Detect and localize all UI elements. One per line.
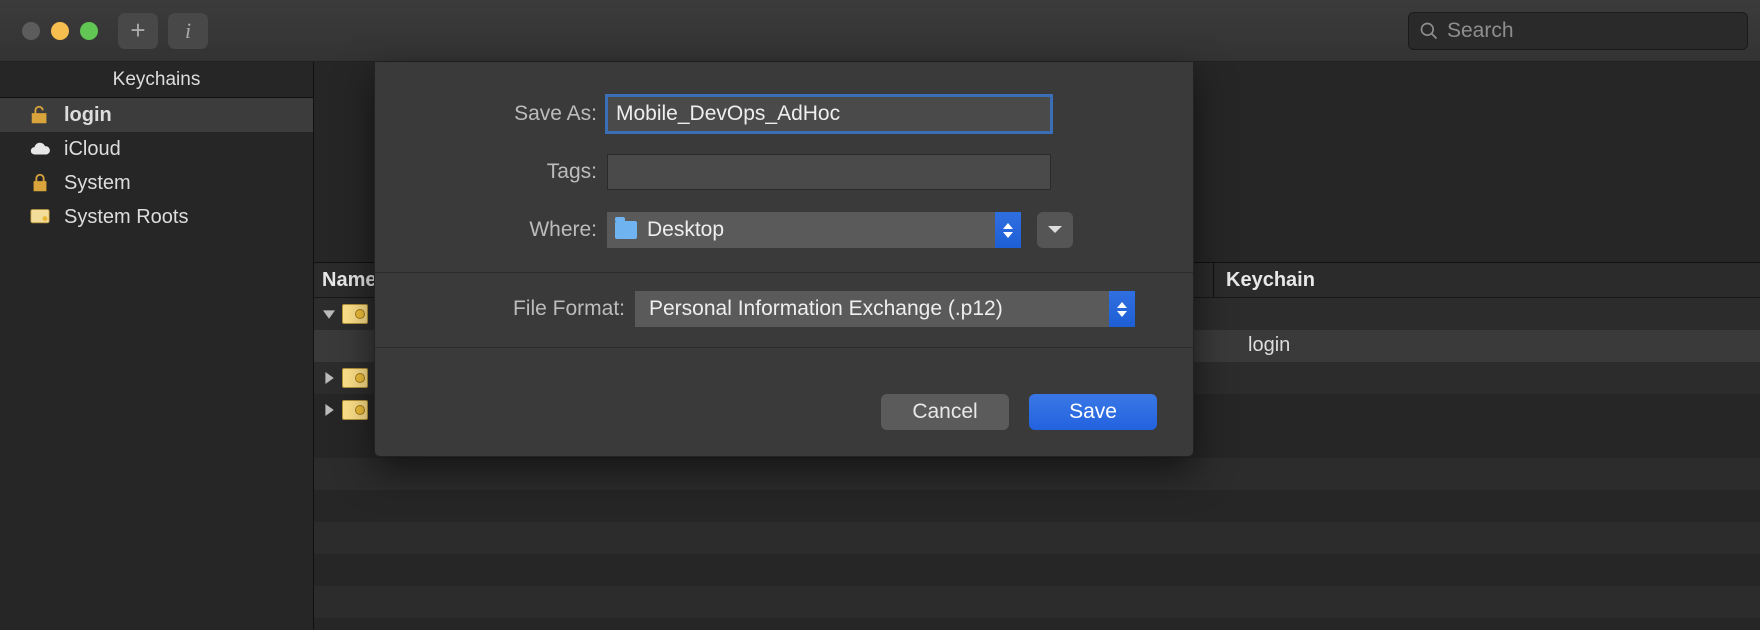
divider (375, 272, 1193, 273)
certificate-root-icon (28, 205, 52, 229)
tags-input[interactable] (607, 154, 1051, 190)
titlebar: + i Search (0, 0, 1760, 62)
save-as-input[interactable] (607, 96, 1051, 132)
search-field[interactable]: Search (1408, 12, 1748, 50)
unlocked-padlock-icon (28, 103, 52, 127)
folder-icon (615, 221, 637, 239)
divider (375, 347, 1193, 348)
window-close-button[interactable] (22, 22, 40, 40)
search-placeholder: Search (1447, 19, 1514, 43)
info-button[interactable]: i (168, 13, 208, 49)
certificate-icon (342, 304, 368, 324)
keychains-sidebar: Keychains login iCloud System System Roo… (0, 62, 314, 630)
sidebar-header: Keychains (0, 62, 313, 98)
column-header-keychain[interactable]: Keychain (1214, 263, 1760, 297)
window-zoom-button[interactable] (80, 22, 98, 40)
keychain-item-label: iCloud (64, 138, 121, 161)
file-format-value: Personal Information Exchange (.p12) (649, 297, 1003, 321)
locked-padlock-icon (28, 171, 52, 195)
where-stepper[interactable] (995, 212, 1021, 248)
cancel-button[interactable]: Cancel (881, 394, 1009, 430)
certificate-icon (342, 400, 368, 420)
where-value: Desktop (647, 218, 724, 242)
disclosure-triangle-icon[interactable] (320, 401, 338, 419)
cloud-icon (28, 137, 52, 161)
disclosure-triangle-icon[interactable] (320, 305, 338, 323)
where-select[interactable]: Desktop (607, 212, 995, 248)
file-format-label: File Format: (375, 297, 635, 321)
keychain-item-label: login (64, 104, 112, 127)
tags-label: Tags: (375, 160, 607, 184)
keychain-item-login[interactable]: login (0, 98, 313, 132)
chevron-down-icon (1047, 225, 1063, 235)
search-icon (1419, 21, 1439, 41)
disclosure-triangle-icon[interactable] (320, 369, 338, 387)
window-minimize-button[interactable] (51, 22, 69, 40)
file-format-stepper[interactable] (1109, 291, 1135, 327)
expand-save-dialog-button[interactable] (1037, 212, 1073, 248)
keychain-item-icloud[interactable]: iCloud (0, 132, 313, 166)
save-as-label: Save As: (375, 102, 607, 126)
save-button[interactable]: Save (1029, 394, 1157, 430)
row-keychain: login (1248, 334, 1290, 356)
file-format-select[interactable]: Personal Information Exchange (.p12) (635, 291, 1135, 327)
keychain-item-system-roots[interactable]: System Roots (0, 200, 313, 234)
save-dialog: Save As: Tags: Where: Desktop File Forma… (374, 62, 1194, 457)
where-label: Where: (375, 218, 607, 242)
add-button[interactable]: + (118, 13, 158, 49)
keychain-item-label: System (64, 172, 131, 195)
certificate-icon (342, 368, 368, 388)
keychain-item-label: System Roots (64, 206, 188, 229)
keychain-item-system[interactable]: System (0, 166, 313, 200)
window-traffic-lights (22, 22, 98, 40)
